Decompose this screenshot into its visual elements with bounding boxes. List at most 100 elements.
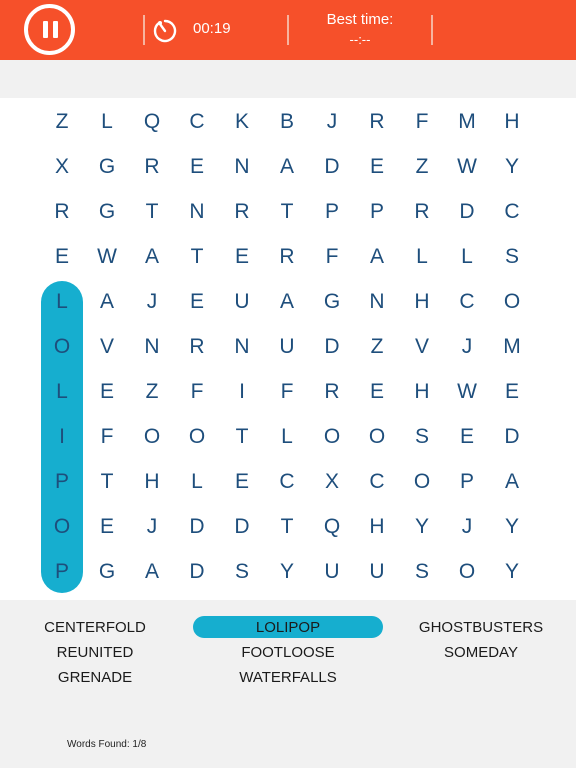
grid-cell[interactable]: M — [492, 327, 532, 367]
grid-cell[interactable]: G — [87, 192, 127, 232]
grid-cell[interactable]: O — [177, 417, 217, 457]
grid-cell[interactable]: C — [447, 282, 487, 322]
grid-cell[interactable]: G — [87, 147, 127, 187]
grid-cell[interactable]: R — [132, 147, 172, 187]
grid-cell[interactable]: E — [87, 372, 127, 412]
grid-cell[interactable]: S — [222, 552, 262, 592]
grid-cell[interactable]: R — [222, 192, 262, 232]
grid-cell[interactable]: T — [177, 237, 217, 277]
grid-cell[interactable]: P — [447, 462, 487, 502]
grid-cell[interactable]: D — [177, 552, 217, 592]
grid-cell[interactable]: O — [492, 282, 532, 322]
grid-cell[interactable]: L — [42, 372, 82, 412]
grid-cell[interactable]: E — [492, 372, 532, 412]
grid-cell[interactable]: O — [42, 507, 82, 547]
grid-cell[interactable]: V — [87, 327, 127, 367]
grid-cell[interactable]: F — [177, 372, 217, 412]
grid-cell[interactable]: J — [447, 327, 487, 367]
grid-cell[interactable]: W — [447, 372, 487, 412]
grid-cell[interactable]: A — [267, 282, 307, 322]
grid-cell[interactable]: H — [402, 282, 442, 322]
grid-cell[interactable]: R — [357, 102, 397, 142]
grid-cell[interactable]: Z — [42, 102, 82, 142]
grid-cell[interactable]: P — [357, 192, 397, 232]
grid-cell[interactable]: M — [447, 102, 487, 142]
grid-cell[interactable]: O — [312, 417, 352, 457]
grid-cell[interactable]: H — [357, 507, 397, 547]
grid-cell[interactable]: F — [402, 102, 442, 142]
letter-grid[interactable]: ZLQCKBJRFMHXGRENADEZWYRGTNRTPPRDCEWATERF… — [0, 98, 576, 600]
grid-cell[interactable]: R — [267, 237, 307, 277]
grid-cell[interactable]: O — [132, 417, 172, 457]
grid-cell[interactable]: A — [492, 462, 532, 502]
grid-cell[interactable]: N — [222, 327, 262, 367]
grid-cell[interactable]: A — [357, 237, 397, 277]
grid-cell[interactable]: I — [222, 372, 262, 412]
grid-cell[interactable]: L — [447, 237, 487, 277]
grid-cell[interactable]: D — [312, 327, 352, 367]
grid-cell[interactable]: A — [87, 282, 127, 322]
grid-cell[interactable]: L — [177, 462, 217, 502]
grid-cell[interactable]: D — [312, 147, 352, 187]
grid-cell[interactable]: S — [402, 552, 442, 592]
grid-cell[interactable]: R — [177, 327, 217, 367]
grid-cell[interactable]: L — [267, 417, 307, 457]
grid-cell[interactable]: R — [312, 372, 352, 412]
grid-cell[interactable]: Z — [357, 327, 397, 367]
grid-cell[interactable]: E — [177, 282, 217, 322]
grid-cell[interactable]: Y — [402, 507, 442, 547]
grid-cell[interactable]: D — [222, 507, 262, 547]
grid-cell[interactable]: E — [87, 507, 127, 547]
grid-cell[interactable]: J — [132, 282, 172, 322]
grid-cell[interactable]: Q — [312, 507, 352, 547]
grid-cell[interactable]: E — [177, 147, 217, 187]
grid-cell[interactable]: Z — [132, 372, 172, 412]
grid-cell[interactable]: A — [132, 552, 172, 592]
grid-cell[interactable]: U — [222, 282, 262, 322]
grid-cell[interactable]: C — [177, 102, 217, 142]
grid-cell[interactable]: N — [222, 147, 262, 187]
grid-cell[interactable]: J — [132, 507, 172, 547]
grid-cell[interactable]: Y — [492, 507, 532, 547]
grid-cell[interactable]: J — [312, 102, 352, 142]
grid-cell[interactable]: T — [222, 417, 262, 457]
grid-cell[interactable]: H — [402, 372, 442, 412]
grid-cell[interactable]: L — [87, 102, 127, 142]
grid-cell[interactable]: O — [357, 417, 397, 457]
grid-cell[interactable]: N — [177, 192, 217, 232]
grid-cell[interactable]: T — [87, 462, 127, 502]
grid-cell[interactable]: X — [312, 462, 352, 502]
grid-cell[interactable]: N — [357, 282, 397, 322]
grid-cell[interactable]: E — [357, 372, 397, 412]
grid-cell[interactable]: U — [312, 552, 352, 592]
grid-cell[interactable]: T — [267, 507, 307, 547]
grid-cell[interactable]: C — [267, 462, 307, 502]
grid-cell[interactable]: D — [492, 417, 532, 457]
grid-cell[interactable]: D — [447, 192, 487, 232]
grid-cell[interactable]: E — [222, 462, 262, 502]
grid-cell[interactable]: B — [267, 102, 307, 142]
grid-cell[interactable]: F — [312, 237, 352, 277]
grid-cell[interactable]: E — [222, 237, 262, 277]
grid-cell[interactable]: U — [267, 327, 307, 367]
grid-cell[interactable]: T — [132, 192, 172, 232]
grid-cell[interactable]: S — [402, 417, 442, 457]
grid-cell[interactable]: P — [42, 462, 82, 502]
grid-cell[interactable]: A — [132, 237, 172, 277]
grid-cell[interactable]: R — [42, 192, 82, 232]
grid-cell[interactable]: G — [312, 282, 352, 322]
grid-cell[interactable]: Y — [492, 552, 532, 592]
grid-cell[interactable]: W — [447, 147, 487, 187]
grid-cell[interactable]: V — [402, 327, 442, 367]
grid-cell[interactable]: P — [312, 192, 352, 232]
grid-cell[interactable]: H — [492, 102, 532, 142]
grid-cell[interactable]: F — [267, 372, 307, 412]
grid-cell[interactable]: O — [42, 327, 82, 367]
grid-cell[interactable]: R — [402, 192, 442, 232]
grid-cell[interactable]: L — [402, 237, 442, 277]
grid-cell[interactable]: L — [42, 282, 82, 322]
grid-cell[interactable]: T — [267, 192, 307, 232]
grid-cell[interactable]: A — [267, 147, 307, 187]
grid-cell[interactable]: W — [87, 237, 127, 277]
grid-cell[interactable]: E — [42, 237, 82, 277]
